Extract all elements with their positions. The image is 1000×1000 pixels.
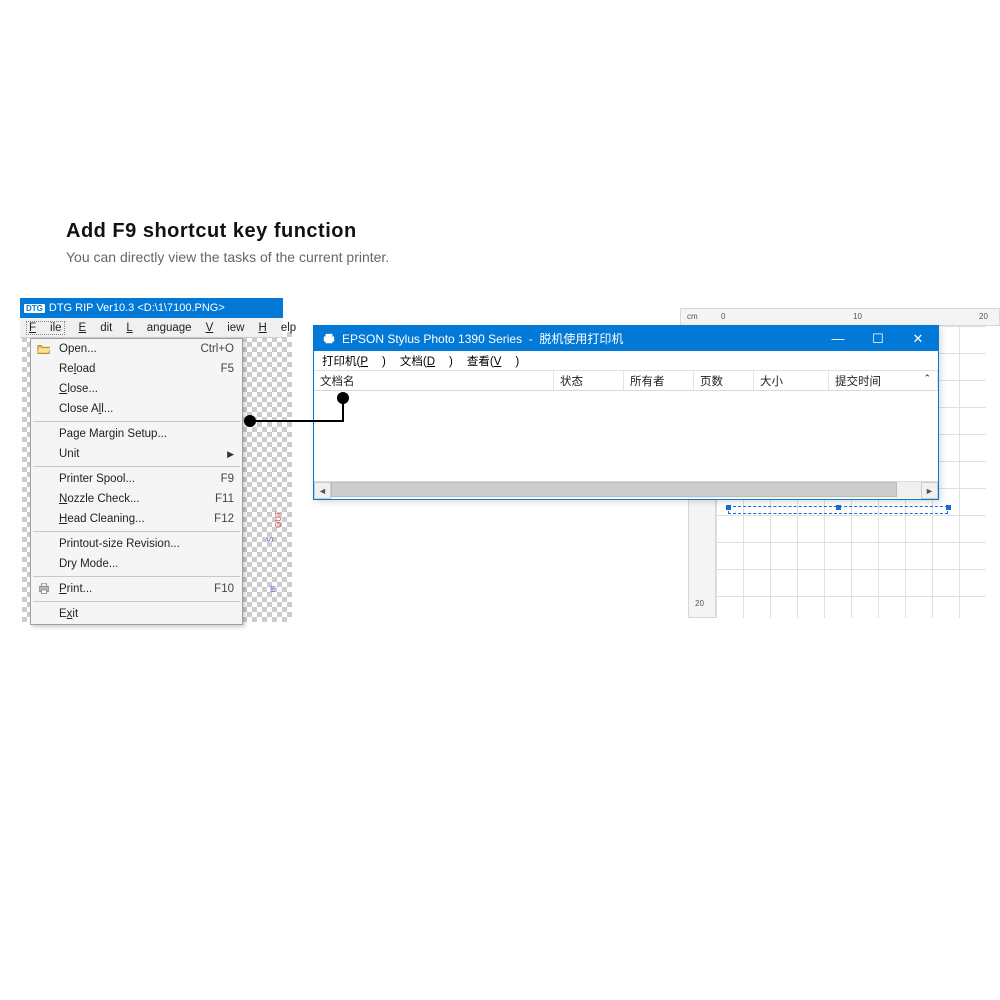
file-menu-dropdown: Open...Ctrl+O ReloadF5 Close... Close Al…	[30, 338, 243, 625]
scroll-track[interactable]	[331, 482, 921, 498]
close-button[interactable]: ✕	[898, 326, 938, 351]
maximize-button[interactable]: ☐	[858, 326, 898, 351]
queue-menu-printer[interactable]: 打印机(P)	[322, 353, 386, 369]
menu-item-print[interactable]: Print...F10	[31, 579, 242, 599]
printer-queue-window: EPSON Stylus Photo 1390 Series - 脱机使用打印机…	[313, 325, 939, 500]
connector-line	[243, 391, 363, 451]
queue-titlebar[interactable]: EPSON Stylus Photo 1390 Series - 脱机使用打印机…	[314, 326, 938, 351]
menu-item-unit[interactable]: Unit▶	[31, 444, 242, 464]
menu-separator	[33, 531, 240, 532]
queue-list-body[interactable]	[314, 391, 938, 481]
col-size[interactable]: 大小	[754, 371, 829, 390]
menu-separator	[33, 576, 240, 577]
selection-handle[interactable]	[726, 505, 731, 510]
menu-file[interactable]: File	[26, 321, 65, 335]
printer-icon	[322, 333, 336, 345]
col-doc-name[interactable]: 文档名	[314, 371, 554, 390]
scroll-right-arrow[interactable]: ►	[921, 482, 938, 499]
selection-handle[interactable]	[946, 505, 951, 510]
menu-edit[interactable]: Edit	[79, 322, 113, 334]
menu-item-close[interactable]: Close...	[31, 379, 242, 399]
app-title: DTG RIP Ver10.3 <D:\1\7100.PNG>	[49, 302, 225, 314]
menu-language[interactable]: Language	[126, 322, 191, 334]
menu-item-close-all[interactable]: Close All...	[31, 399, 242, 419]
col-status[interactable]: 状态	[554, 371, 624, 390]
menu-view[interactable]: View	[206, 322, 245, 334]
menu-item-exit[interactable]: Exit	[31, 604, 242, 624]
app-titlebar[interactable]: DTG DTG RIP Ver10.3 <D:\1\7100.PNG>	[20, 298, 283, 318]
menu-item-page-margin[interactable]: Page Margin Setup...	[31, 424, 242, 444]
col-pages[interactable]: 页数	[694, 371, 754, 390]
printer-icon	[37, 582, 51, 596]
menu-separator	[33, 421, 240, 422]
scroll-left-arrow[interactable]: ◄	[314, 482, 331, 499]
menu-item-reload[interactable]: ReloadF5	[31, 359, 242, 379]
folder-open-icon	[37, 342, 51, 356]
queue-menu-document[interactable]: 文档(D)	[400, 353, 453, 369]
menu-separator	[33, 601, 240, 602]
menu-item-dry-mode[interactable]: Dry Mode...	[31, 554, 242, 574]
menu-item-head-cleaning[interactable]: Head Cleaning...F12	[31, 509, 242, 529]
menu-item-nozzle-check[interactable]: Nozzle Check...F11	[31, 489, 242, 509]
menu-item-open[interactable]: Open...Ctrl+O	[31, 339, 242, 359]
minimize-button[interactable]: ―	[818, 326, 858, 351]
scroll-thumb[interactable]	[331, 482, 897, 497]
queue-menu-view[interactable]: 查看(V)	[467, 353, 519, 369]
menu-separator	[33, 466, 240, 467]
page-subtitle: You can directly view the tasks of the c…	[66, 249, 389, 265]
menu-help[interactable]: Help	[259, 322, 297, 334]
app-menubar: File Edit Language View Help	[20, 318, 283, 338]
page-title: Add F9 shortcut key function	[66, 220, 389, 243]
app-icon: DTG	[24, 304, 45, 313]
menu-item-printer-spool[interactable]: Printer Spool...F9	[31, 469, 242, 489]
ruler-horizontal: cm 0 10 20	[680, 308, 1000, 326]
queue-title: EPSON Stylus Photo 1390 Series - 脱机使用打印机	[342, 330, 623, 347]
menu-item-printout-size[interactable]: Printout-size Revision...	[31, 534, 242, 554]
submenu-arrow-icon: ▶	[227, 449, 234, 460]
selection-handle[interactable]	[836, 505, 841, 510]
queue-columns-header: 文档名 状态 所有者 页数 大小 提交时间⌃	[314, 371, 938, 391]
col-submitted[interactable]: 提交时间⌃	[829, 371, 938, 390]
col-owner[interactable]: 所有者	[624, 371, 694, 390]
queue-scrollbar[interactable]: ◄ ►	[314, 481, 938, 498]
queue-menubar: 打印机(P) 文档(D) 查看(V)	[314, 351, 938, 371]
